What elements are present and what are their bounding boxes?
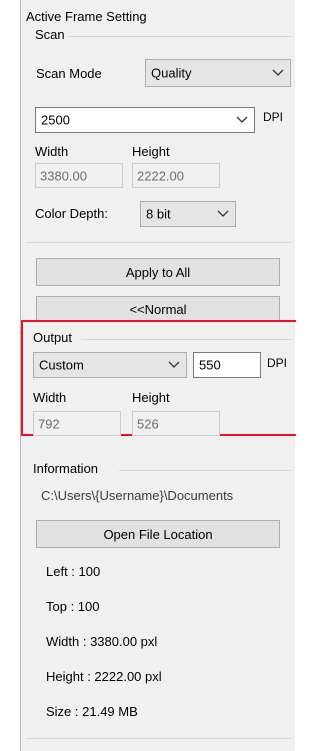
chevron-down-icon bbox=[217, 210, 229, 217]
color-depth-select[interactable]: 8 bit bbox=[140, 201, 236, 227]
active-frame-setting-panel: Active Frame Setting Scan Scan Mode Qual… bbox=[20, 0, 296, 751]
info-left: Left : 100 bbox=[46, 564, 101, 579]
scan-height-field: 2222.00 bbox=[132, 163, 220, 188]
output-dpi-input[interactable]: 550 bbox=[193, 352, 261, 378]
scan-width-field: 3380.00 bbox=[35, 163, 123, 188]
scan-group-divider bbox=[69, 36, 291, 37]
scan-width-label: Width bbox=[35, 144, 69, 159]
output-preset-value: Custom bbox=[39, 357, 84, 373]
info-height: Height : 2222.00 pxl bbox=[46, 669, 162, 684]
output-width-label: Width bbox=[33, 390, 67, 405]
output-group-divider bbox=[81, 339, 291, 340]
chevron-down-icon bbox=[236, 116, 248, 123]
output-group-label: Output bbox=[33, 330, 73, 345]
scan-dpi-value: 2500 bbox=[41, 112, 70, 128]
info-top: Top : 100 bbox=[46, 599, 100, 614]
normal-mode-button[interactable]: <<Normal bbox=[36, 296, 280, 322]
panel-title: Active Frame Setting bbox=[26, 9, 147, 24]
info-width: Width : 3380.00 pxl bbox=[46, 634, 158, 649]
chevron-down-icon bbox=[168, 361, 180, 368]
information-group-divider bbox=[119, 470, 291, 471]
chevron-down-icon bbox=[272, 69, 284, 76]
output-height-label: Height bbox=[132, 390, 170, 405]
apply-to-all-button[interactable]: Apply to All bbox=[36, 258, 280, 286]
information-path: C:\Users\{Username}\Documents bbox=[41, 488, 234, 503]
scan-height-label: Height bbox=[132, 144, 170, 159]
output-dpi-unit: DPI bbox=[267, 356, 288, 370]
scan-group-bottom-divider bbox=[26, 242, 291, 243]
color-depth-label: Color Depth: bbox=[35, 206, 108, 221]
color-depth-value: 8 bit bbox=[146, 206, 171, 222]
output-width-field: 792 bbox=[33, 411, 121, 436]
open-file-location-button[interactable]: Open File Location bbox=[36, 520, 280, 548]
info-size: Size : 21.49 MB bbox=[46, 704, 138, 719]
output-preset-select[interactable]: Custom bbox=[33, 352, 187, 378]
scan-dpi-unit: DPI bbox=[263, 110, 284, 124]
information-group-label: Information bbox=[33, 461, 99, 476]
scan-mode-value: Quality bbox=[151, 65, 192, 81]
information-group-bottom-divider bbox=[26, 738, 291, 739]
scan-mode-label: Scan Mode bbox=[36, 66, 102, 81]
scan-dpi-select[interactable]: 2500 bbox=[35, 107, 255, 133]
scan-group-label: Scan bbox=[35, 27, 65, 42]
scan-mode-select[interactable]: Quality bbox=[145, 59, 291, 87]
output-height-field: 526 bbox=[132, 411, 220, 436]
